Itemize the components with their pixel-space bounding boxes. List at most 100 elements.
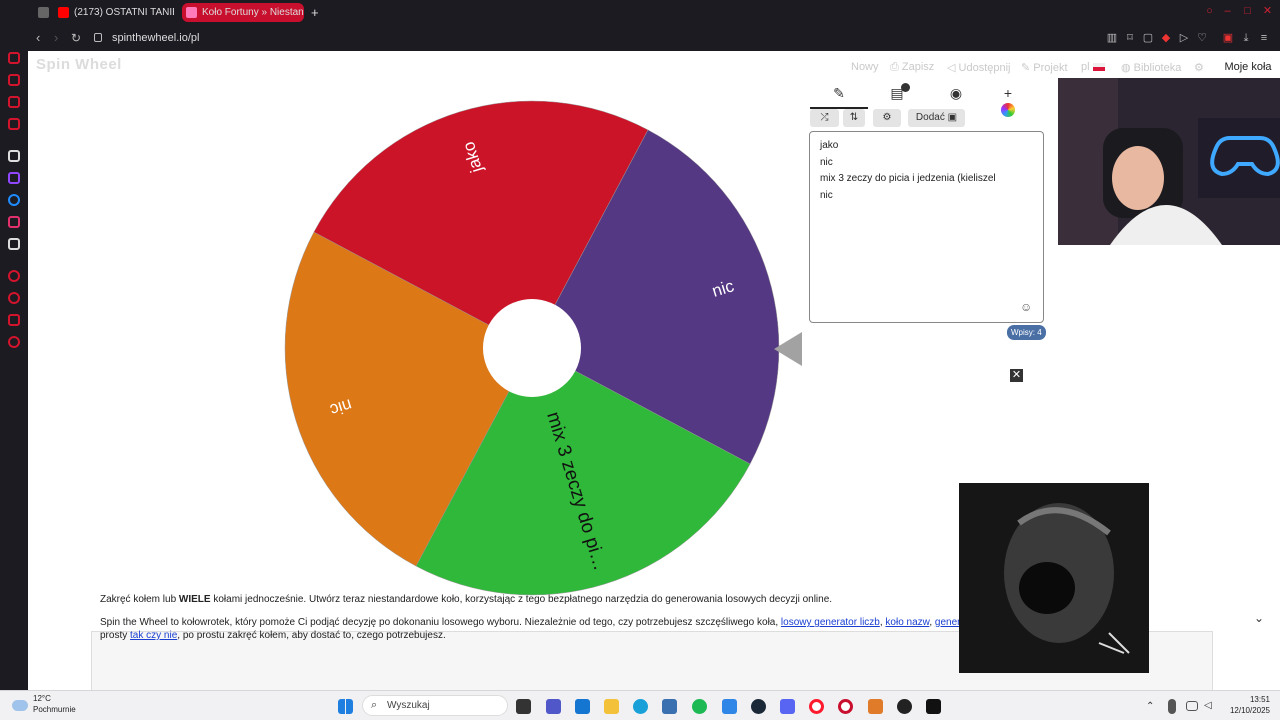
maximize-icon[interactable]: □ [1242,6,1253,17]
sidebar-aria-icon[interactable] [8,96,20,108]
clock-date: 12/10/2025 [1229,706,1270,715]
messenger-icon[interactable] [8,194,20,206]
emoji-icon[interactable]: ☺ [1020,300,1032,314]
link-name-wheel[interactable]: koło nazw [885,617,929,628]
file-explorer-icon[interactable] [604,699,619,714]
edit-pencil-icon[interactable]: ✎ [827,85,851,103]
defender-icon[interactable] [662,699,677,714]
new-tab-button[interactable]: + [308,3,322,22]
search-icon: ⌕ [371,699,378,711]
nav-nowy[interactable]: Nowy [851,61,879,73]
tray-chevron-icon[interactable]: ⌃ [1146,702,1155,712]
sidebar-app-icon[interactable] [8,150,20,162]
tiktok-icon[interactable] [8,238,20,250]
nav-udostepnij[interactable]: ◁ Udostępnij [947,61,1011,74]
link-yes-no[interactable]: tak czy nie [130,630,177,641]
wheel-center-button[interactable] [483,299,581,397]
shuffle-button[interactable]: ⤮ [810,109,839,127]
split-screen-icon[interactable]: ▥ [1106,32,1118,44]
instagram-icon[interactable] [8,216,20,228]
reload-icon[interactable]: ↻ [71,31,81,45]
download-icon[interactable]: ⤓ [1240,32,1252,44]
play-icon[interactable]: ▷ [1178,32,1190,44]
history-icon[interactable] [8,292,20,304]
extensions-icon[interactable] [8,314,20,326]
display-icon[interactable] [1186,701,1198,711]
sort-button[interactable]: ⇅ [843,109,865,127]
nav-zapisz[interactable]: ⎙ Zapisz [890,61,934,74]
entries-count-badge: Wpisy: 4 [1007,325,1046,340]
tab-workspaces[interactable] [34,3,50,22]
forward-icon[interactable]: › [54,31,58,45]
moje-kola-button[interactable]: Moje koła [1216,54,1280,80]
entries-textarea[interactable]: jako nic mix 3 zeczy do picia i jedzenia… [809,131,1044,323]
link-random-number[interactable]: losowy generator liczb [781,617,880,628]
pin-icon[interactable]: ⌑ [1124,32,1136,44]
add-color-icon[interactable]: + [996,85,1020,118]
weather-cloud-icon[interactable] [12,700,28,711]
pencil-icon: ✎ [1021,62,1034,74]
back-icon[interactable]: ‹ [36,31,40,45]
minimize-icon[interactable]: – [1222,6,1233,17]
nav-label: Projekt [1033,62,1068,74]
close-icon[interactable]: ✕ [1010,369,1023,382]
info-line-1: Zakręć kołem lub WIELE kołami jednocześn… [100,594,832,605]
edge-icon[interactable] [633,699,648,714]
settings-gear-icon[interactable]: ⚙ [1194,61,1204,74]
nav-language[interactable]: pl [1081,61,1105,73]
epic-games-icon[interactable] [926,699,941,714]
search-tabs-icon[interactable]: ○ [1204,6,1215,17]
save-icon: ⎙ [890,61,902,73]
app-orange-icon[interactable] [868,699,883,714]
poland-flag-icon [1092,63,1105,72]
spotify-icon[interactable] [692,699,707,714]
button-label: Dodać [915,112,945,123]
heart-icon[interactable]: ♡ [1196,32,1208,44]
taskbar-search-input[interactable]: ⌕ Wyszukaj [362,695,508,716]
results-clipboard-icon[interactable]: ▤ [885,83,910,103]
workspaces-icon [38,7,49,18]
volume-icon[interactable]: ◁ [1204,701,1216,711]
sidebar-arrow-icon[interactable] [8,52,20,64]
add-image-button[interactable]: Dodać ▣ [908,109,965,127]
nav-label: Zapisz [901,61,935,73]
nav-biblioteka[interactable]: ◍ Biblioteka [1121,61,1181,74]
teams-icon[interactable] [546,699,561,714]
site-logo[interactable]: Spin Wheel [36,56,122,73]
task-view-icon[interactable] [516,699,531,714]
tab-spinthewheel[interactable]: Koło Fortuny » Niestandar [182,3,304,22]
close-window-icon[interactable]: ✕ [1262,6,1273,17]
tab-bar: (2173) OSTATNI TANIE Koło Fortuny » Nies… [0,0,1280,25]
window-icon[interactable]: ▢ [1142,32,1154,44]
chevron-down-icon[interactable]: ⌄ [1254,611,1264,625]
settings-icon[interactable] [8,336,20,348]
sidebar-mail-icon[interactable] [8,118,20,130]
discord-icon[interactable] [780,699,795,714]
hide-eye-icon[interactable]: ◉ [944,85,968,103]
opera-icon[interactable] [838,699,853,714]
steam-icon[interactable] [751,699,766,714]
taskbar: 12°C Pochmurnie ⌕ Wyszukaj ⌃ ◁ 13:51 12/… [0,690,1280,720]
spin-wheel[interactable]: nicmix 3 zeczy do pi…nicjako [283,99,781,597]
settings-button[interactable]: ⚙ [873,109,901,127]
url-field[interactable]: spinthewheel.io/pl [94,29,1094,47]
tab-label: Koło Fortuny » Niestandar [202,7,304,18]
weather-temperature: 12°C [33,694,51,703]
outlook-icon[interactable] [575,699,590,714]
microphone-icon[interactable] [1168,699,1176,714]
opera-gx-icon[interactable] [809,699,824,714]
shield-icon[interactable]: ◆ [1160,32,1172,44]
taskbar-clock[interactable]: 13:51 12/10/2025 [1226,694,1270,716]
player-icon[interactable] [8,270,20,282]
nav-projekt[interactable]: ✎ Projekt [1021,61,1068,74]
sidebar-bag-icon[interactable] [8,74,20,86]
share-icon: ◁ [947,62,959,74]
entry-line: nic [820,156,833,168]
obs-icon[interactable] [897,699,912,714]
bag-icon[interactable]: ▣ [1222,32,1234,44]
todo-icon[interactable] [722,699,737,714]
twitch-icon[interactable] [8,172,20,184]
windows-start-icon[interactable] [338,699,353,714]
menu-icon[interactable]: ≡ [1258,32,1270,44]
tab-youtube[interactable]: (2173) OSTATNI TANIE [54,3,174,22]
